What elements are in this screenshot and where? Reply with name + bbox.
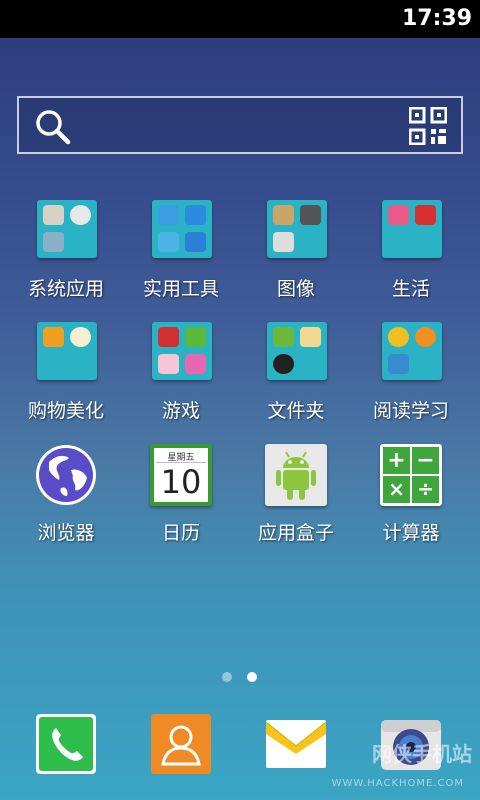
folder-images[interactable]: 图像 (241, 200, 351, 318)
folder-reading[interactable]: 阅读学习 (356, 322, 466, 440)
book-mini-icon (388, 354, 409, 374)
dock-phone[interactable] (36, 714, 96, 774)
folder-system-apps[interactable]: 系统应用 (11, 200, 121, 318)
app-label: 阅读学习 (372, 400, 449, 422)
settings-mini-icon (43, 205, 64, 225)
qr-code-icon[interactable] (409, 107, 447, 145)
folder-icon (382, 200, 442, 258)
watermark: 网侠手机站 (372, 742, 472, 766)
app-label: 生活 (391, 278, 430, 300)
app-label: 购物美化 (27, 400, 104, 422)
calendar-day: 10 (160, 463, 202, 501)
status-bar: 17:39 (0, 0, 480, 38)
app-calculator[interactable]: + − × ÷ 计算器 (356, 444, 466, 562)
search-icon[interactable] (33, 108, 73, 146)
calendar-icon: 星期五 10 (150, 444, 212, 506)
qq-mini-icon (273, 354, 294, 374)
folder-icon (37, 322, 97, 380)
app-label: 日历 (161, 522, 200, 544)
app-app-box[interactable]: 应用盒子 (241, 444, 351, 562)
folder-icon (37, 200, 97, 258)
contacts-icon (151, 714, 211, 774)
page-dot[interactable] (222, 672, 232, 682)
shield-mini-icon (185, 232, 206, 252)
app-label: 游戏 (161, 400, 200, 422)
gift-mini-icon (388, 205, 409, 225)
app-label: 应用盒子 (257, 522, 334, 544)
folder-icon (267, 322, 327, 380)
game-mini-icon (185, 354, 206, 374)
app-label: 计算器 (382, 522, 440, 544)
globe-icon (36, 445, 96, 505)
watermark-url: WWW.HACKHOME.COM (331, 778, 464, 789)
note-mini-icon (300, 327, 321, 347)
app-label: 图像 (276, 278, 315, 300)
folder-icon (267, 200, 327, 258)
android-mini-icon (273, 327, 294, 347)
app-label: 系统应用 (27, 278, 104, 300)
folder-games[interactable]: 游戏 (126, 322, 236, 440)
app-label: 浏览器 (37, 522, 95, 544)
cloud-upload-mini-icon (158, 232, 179, 252)
phone-icon (36, 714, 96, 774)
folder-shopping[interactable]: 购物美化 (11, 322, 121, 440)
map-mini-icon (43, 232, 64, 252)
app-browser[interactable]: 浏览器 (11, 444, 121, 562)
app-calendar[interactable]: 星期五 10 日历 (126, 444, 236, 562)
video-mini-icon (273, 232, 294, 252)
status-time: 17:39 (401, 6, 472, 31)
q-mini-icon (185, 205, 206, 225)
reader-mini-icon (388, 327, 409, 347)
alarm-mini-icon (415, 205, 436, 225)
dock-contacts[interactable] (151, 714, 211, 774)
app-label: 文件夹 (267, 400, 325, 422)
frog-mini-icon (185, 327, 206, 347)
angry-bird-mini-icon (158, 327, 179, 347)
page-dot-active[interactable] (247, 672, 257, 682)
app-label: 实用工具 (142, 278, 219, 300)
calculator-icon: + − × ÷ (380, 444, 442, 506)
folder-life[interactable]: 生活 (356, 200, 466, 318)
folder-icon (152, 200, 212, 258)
folder-icon (382, 322, 442, 380)
egg-mini-icon (70, 327, 91, 347)
clapper-mini-icon (300, 205, 321, 225)
message-icon (265, 720, 327, 768)
folder-icon (152, 322, 212, 380)
dock-messages[interactable] (265, 714, 327, 774)
owl-mini-icon (415, 327, 436, 347)
page-indicator (0, 672, 480, 684)
photo-mini-icon (273, 205, 294, 225)
android-icon (265, 444, 327, 506)
search-bar[interactable] (17, 96, 463, 154)
folder-utilities[interactable]: 实用工具 (126, 200, 236, 318)
pie-chart-mini-icon (70, 205, 91, 225)
folder-files[interactable]: 文件夹 (241, 322, 351, 440)
shop-mini-icon (43, 327, 64, 347)
girl-mini-icon (158, 354, 179, 374)
cloud-mini-icon (158, 205, 179, 225)
